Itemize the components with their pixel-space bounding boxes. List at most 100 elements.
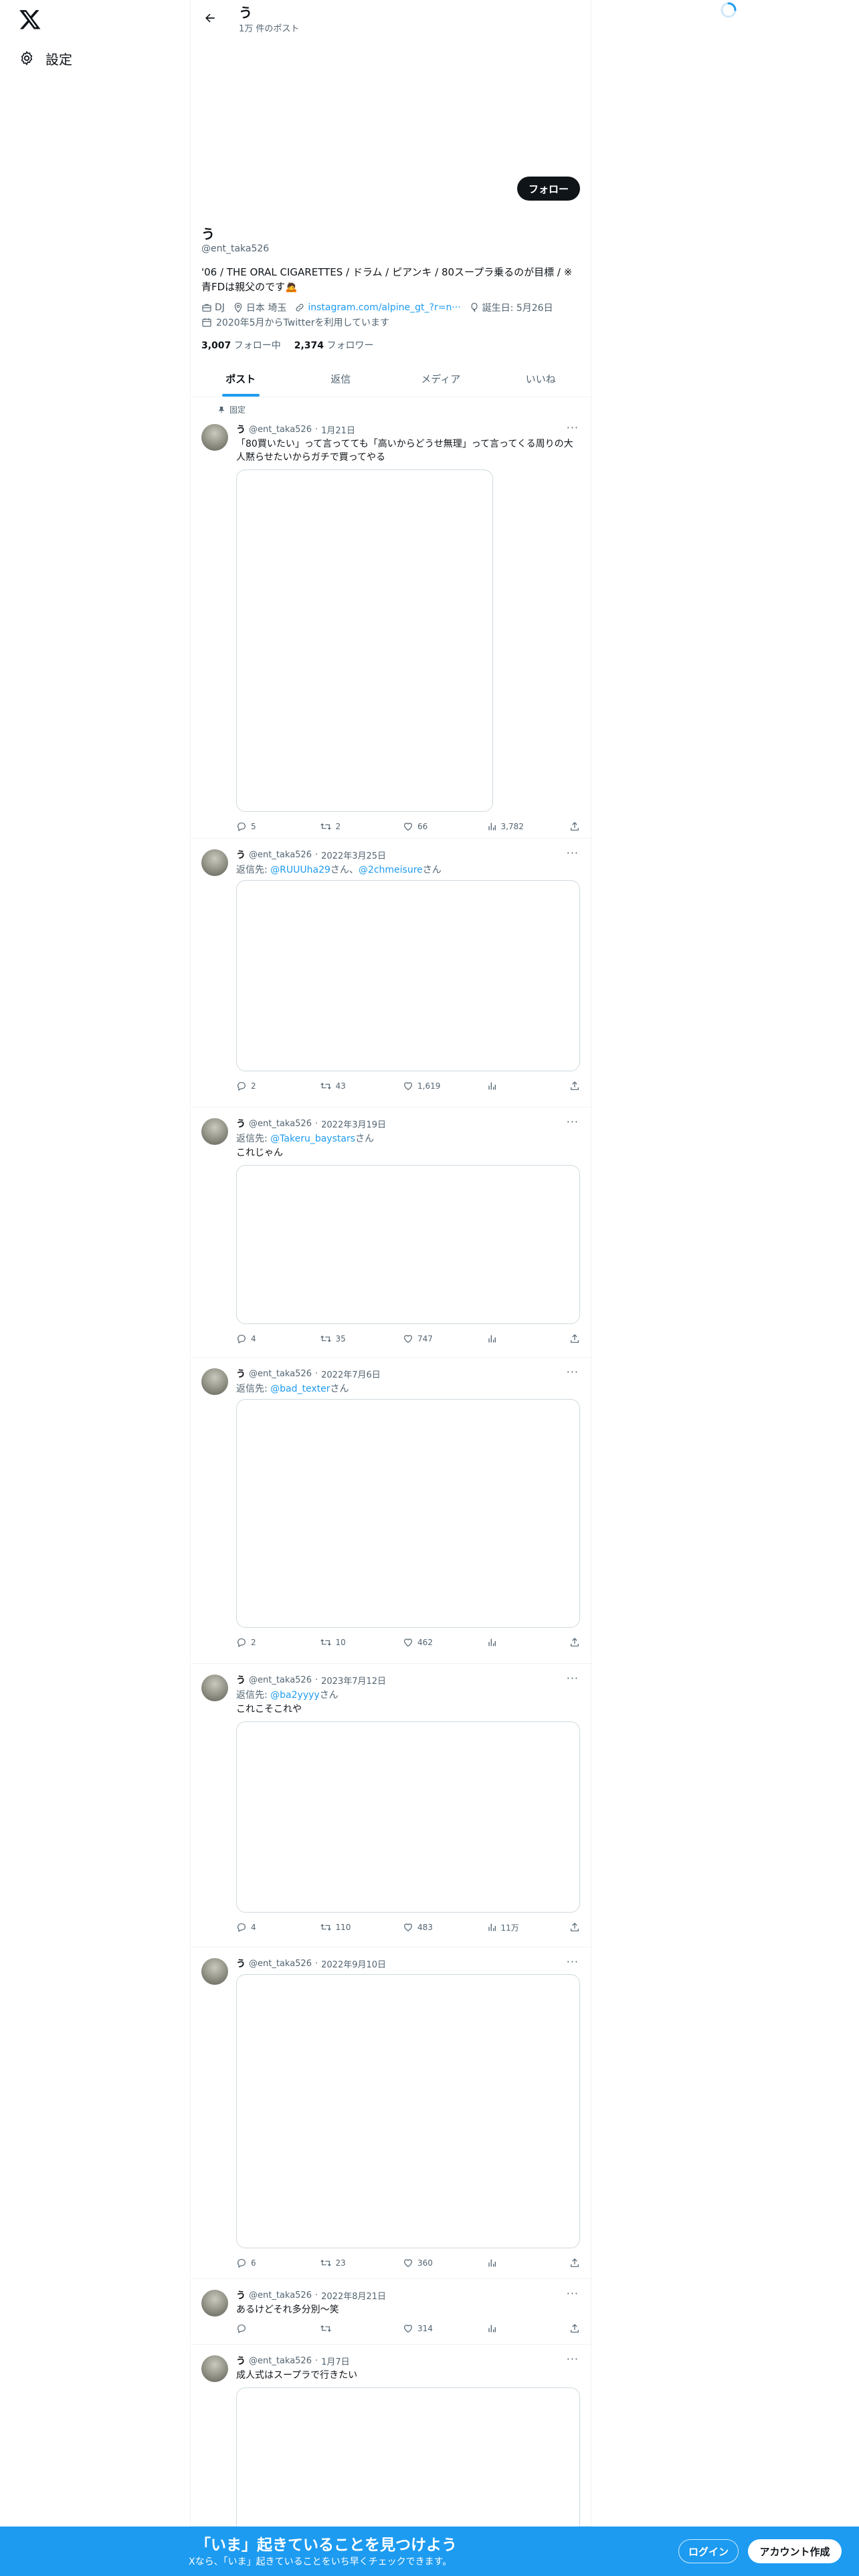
following-stat[interactable]: 3,007 フォロー中: [201, 338, 281, 352]
tweet-author-name[interactable]: う: [236, 1117, 246, 1130]
tweet-media[interactable]: [236, 880, 580, 1071]
like-button[interactable]: 314: [403, 2322, 443, 2335]
share-button[interactable]: [569, 1921, 580, 1934]
share-button[interactable]: [569, 1332, 580, 1346]
tab-replies[interactable]: 返信: [291, 361, 391, 397]
more-options-icon[interactable]: ···: [567, 1115, 579, 1128]
follow-button[interactable]: フォロー: [517, 177, 580, 201]
more-options-icon[interactable]: ···: [567, 847, 579, 859]
like-button[interactable]: 483: [403, 1921, 443, 1934]
repost-button[interactable]: 110: [320, 1921, 360, 1934]
share-button[interactable]: [569, 820, 580, 833]
repost-button[interactable]: 35: [320, 1332, 360, 1346]
more-options-icon[interactable]: ···: [567, 2287, 579, 2300]
tweet-media[interactable]: [236, 469, 493, 812]
views-button[interactable]: [486, 2256, 527, 2270]
followers-stat[interactable]: 2,374 フォロワー: [294, 338, 374, 352]
tweet-author-name[interactable]: う: [236, 423, 246, 436]
views-button[interactable]: [486, 1332, 527, 1346]
tweet[interactable]: う @ent_taka526 · 2023年7月12日 ··· 返信先: @ba2…: [191, 1664, 591, 1947]
avatar[interactable]: [201, 1368, 228, 1395]
more-options-icon[interactable]: ···: [567, 421, 579, 434]
reply-to-link[interactable]: @RUUUha29: [270, 865, 330, 875]
tweet-date[interactable]: 2022年8月21日: [321, 2289, 386, 2302]
views-button[interactable]: [486, 1079, 527, 1093]
repost-button[interactable]: 23: [320, 2256, 360, 2270]
more-options-icon[interactable]: ···: [567, 1366, 579, 1378]
tweet-author-handle[interactable]: @ent_taka526: [249, 425, 312, 435]
tweet[interactable]: う @ent_taka526 · 2022年8月21日 ··· あるけどそれ多分別…: [191, 2279, 591, 2345]
meta-website-link[interactable]: instagram.com/alpine_gt_?r=n···: [308, 302, 460, 313]
repost-button[interactable]: 43: [320, 1079, 360, 1093]
avatar[interactable]: [201, 2290, 228, 2317]
reply-to-link[interactable]: @ba2yyyy: [270, 1690, 320, 1701]
tweet-author-handle[interactable]: @ent_taka526: [249, 1369, 312, 1379]
more-options-icon[interactable]: ···: [567, 1672, 579, 1685]
avatar[interactable]: [201, 1118, 228, 1145]
tweet-date[interactable]: 1月21日: [321, 423, 355, 436]
views-button[interactable]: [486, 2322, 527, 2335]
nav-settings[interactable]: 設定: [19, 47, 72, 70]
more-options-icon[interactable]: ···: [567, 1955, 579, 1968]
tweet-author-name[interactable]: う: [236, 2354, 246, 2367]
reply-to-link[interactable]: @2chmeisure: [359, 865, 423, 875]
reply-to-link[interactable]: @bad_texter: [270, 1384, 330, 1394]
share-button[interactable]: [569, 2322, 580, 2335]
tweet[interactable]: う @ent_taka526 · 2022年3月25日 ··· 返信先: @RUU…: [191, 839, 591, 1107]
tweet-date[interactable]: 2023年7月12日: [321, 1674, 386, 1687]
avatar[interactable]: [201, 424, 228, 451]
views-button[interactable]: 3,782: [486, 820, 527, 833]
tweet-author-handle[interactable]: @ent_taka526: [249, 1119, 312, 1129]
tweet-author-handle[interactable]: @ent_taka526: [249, 1675, 312, 1685]
tweet-author-handle[interactable]: @ent_taka526: [249, 850, 312, 860]
tweet-media[interactable]: [236, 1974, 580, 2248]
repost-button[interactable]: 10: [320, 1636, 360, 1649]
tweet[interactable]: 固定 う @ent_taka526 · 1月21日 ··· 「80買いたい」って言…: [191, 399, 591, 839]
tweet-media[interactable]: [236, 1165, 580, 1324]
tweet-author-handle[interactable]: @ent_taka526: [249, 2356, 312, 2366]
reply-button[interactable]: 4: [236, 1332, 276, 1346]
views-button[interactable]: 11万: [486, 1921, 527, 1934]
tweet[interactable]: う @ent_taka526 · 2022年7月6日 ··· 返信先: @bad_…: [191, 1358, 591, 1664]
avatar[interactable]: [201, 849, 228, 876]
tweet[interactable]: う @ent_taka526 · 1月7日 ··· 成人式はスープラで行きたい: [191, 2345, 591, 2568]
share-button[interactable]: [569, 1636, 580, 1649]
tweet[interactable]: う @ent_taka526 · 2022年9月10日 ··· 6 23 360: [191, 1947, 591, 2279]
share-button[interactable]: [569, 1079, 580, 1093]
tweet-author-handle[interactable]: @ent_taka526: [249, 2290, 312, 2300]
x-logo-icon[interactable]: [19, 8, 41, 31]
views-button[interactable]: [486, 1636, 527, 1649]
reply-button[interactable]: 2: [236, 1636, 276, 1649]
reply-button[interactable]: [236, 2322, 276, 2335]
tweet-author-name[interactable]: う: [236, 2288, 246, 2302]
like-button[interactable]: 360: [403, 2256, 443, 2270]
tweet-author-name[interactable]: う: [236, 848, 246, 861]
tweet-author-name[interactable]: う: [236, 1673, 246, 1687]
reply-button[interactable]: 6: [236, 2256, 276, 2270]
like-button[interactable]: 1,619: [403, 1079, 443, 1093]
tweet-date[interactable]: 2022年7月6日: [321, 1368, 381, 1380]
reply-to-link[interactable]: @Takeru_baystars: [270, 1134, 355, 1144]
tab-posts[interactable]: ポスト: [191, 361, 291, 397]
repost-button[interactable]: 2: [320, 820, 360, 833]
tweet[interactable]: う @ent_taka526 · 2022年3月19日 ··· 返信先: @Tak…: [191, 1107, 591, 1358]
reply-button[interactable]: 5: [236, 820, 276, 833]
tab-likes[interactable]: いいね: [491, 361, 591, 397]
avatar[interactable]: [201, 1675, 228, 1701]
meta-website[interactable]: instagram.com/alpine_gt_?r=n···: [294, 301, 461, 314]
tweet-media[interactable]: [236, 1721, 580, 1913]
login-button[interactable]: ログイン: [678, 2539, 739, 2563]
like-button[interactable]: 462: [403, 1636, 443, 1649]
tweet-author-name[interactable]: う: [236, 1957, 246, 1970]
more-options-icon[interactable]: ···: [567, 2353, 579, 2365]
tweet-author-name[interactable]: う: [236, 1367, 246, 1380]
share-button[interactable]: [569, 2256, 580, 2270]
tweet-date[interactable]: 2022年9月10日: [321, 1957, 386, 1970]
create-account-button[interactable]: アカウント作成: [748, 2539, 842, 2563]
avatar[interactable]: [201, 1958, 228, 1985]
tweet-media[interactable]: [236, 1399, 580, 1628]
back-button[interactable]: [199, 7, 221, 29]
reply-button[interactable]: 4: [236, 1921, 276, 1934]
tweet-date[interactable]: 2022年3月19日: [321, 1117, 386, 1130]
tweet-author-handle[interactable]: @ent_taka526: [249, 1959, 312, 1969]
